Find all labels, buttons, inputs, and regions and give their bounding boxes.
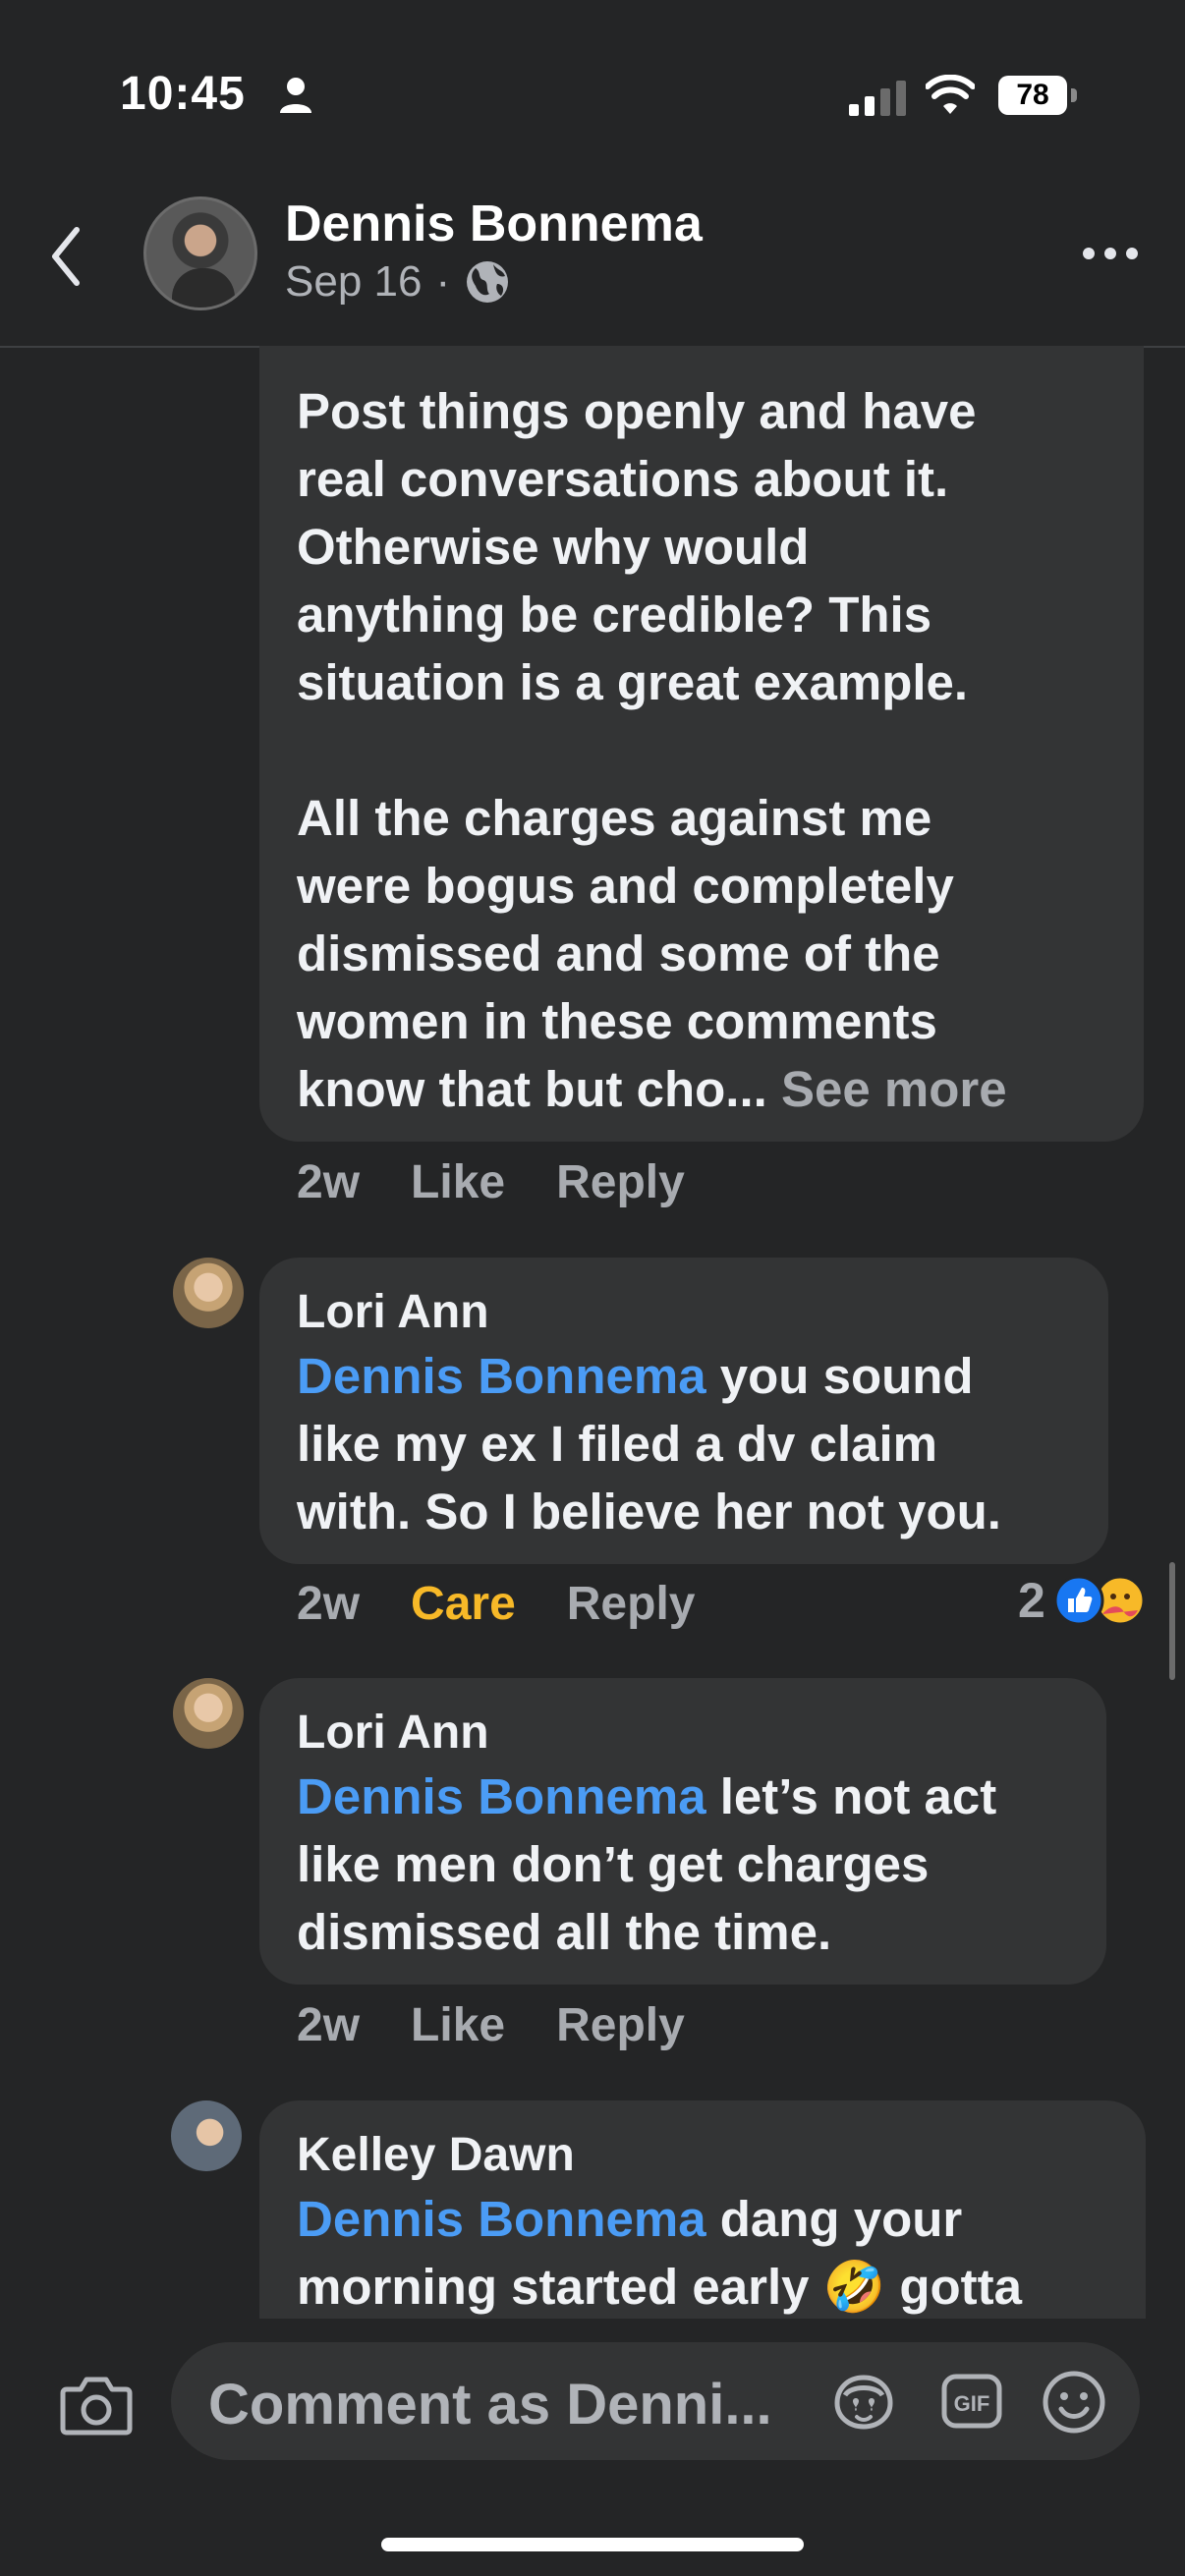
comment-bubble[interactable]: Kelley Dawn Dennis Bonnema dang your mor… xyxy=(259,2100,1146,2356)
comment-input[interactable]: Comment as Denni... GIF xyxy=(171,2342,1140,2460)
like-reaction-icon xyxy=(1053,1575,1104,1626)
wifi-icon xyxy=(926,75,975,114)
author-name[interactable]: Dennis Bonnema xyxy=(285,195,703,253)
comment-text-line: Post things openly and have xyxy=(297,383,977,439)
comment-text-line: Otherwise why would xyxy=(297,519,810,575)
commenter-name[interactable]: Kelley Dawn xyxy=(297,2126,1022,2185)
comment-bubble[interactable]: Lori Ann Dennis Bonnema let’s not act li… xyxy=(259,1678,1106,1985)
comment-actions: 2w Like Reply xyxy=(297,1998,736,2052)
comment-text-line: dismissed and some of the xyxy=(297,925,940,981)
commenter-avatar[interactable] xyxy=(171,2100,242,2171)
author-avatar[interactable] xyxy=(143,196,257,310)
person-icon xyxy=(280,78,311,113)
emoji-icon[interactable] xyxy=(1042,2370,1106,2435)
status-bar: 10:45 78 xyxy=(0,0,1185,177)
comment-text-line: anything be credible? This xyxy=(297,587,932,643)
mention-link[interactable]: Dennis Bonnema xyxy=(297,2191,706,2247)
commenter-name[interactable]: Lori Ann xyxy=(297,1704,996,1763)
comment-text-line: All the charges against me xyxy=(297,790,932,846)
meta-separator: · xyxy=(435,257,451,306)
comment-text-line: let’s not act xyxy=(705,1768,997,1824)
comment-text-line: women in these comments xyxy=(297,993,937,1049)
back-icon[interactable] xyxy=(43,222,92,291)
gif-icon[interactable]: GIF xyxy=(941,2374,1002,2429)
comment-actions: 2w Care Reply xyxy=(297,1577,746,1631)
comment-text-line: dang your xyxy=(705,2191,963,2247)
comment-text-line: like my ex I filed a dv claim xyxy=(297,1416,937,1472)
like-button[interactable]: Like xyxy=(411,1998,505,2052)
globe-icon xyxy=(467,261,509,303)
battery-icon: 78 xyxy=(998,76,1079,117)
reply-button[interactable]: Reply xyxy=(567,1577,696,1631)
comment-text-line: with. So I believe her not you. xyxy=(297,1484,1001,1540)
mention-link[interactable]: Dennis Bonnema xyxy=(297,1348,706,1404)
avatar-sticker-icon[interactable] xyxy=(831,2372,896,2433)
status-time: 10:45 xyxy=(120,68,246,120)
comment-text-line: dismissed all the time. xyxy=(297,1904,832,1960)
see-more-link[interactable]: See more xyxy=(781,1061,1007,1117)
comment-input-placeholder: Comment as Denni... xyxy=(208,2373,772,2436)
post-header: Dennis Bonnema Sep 16 · xyxy=(0,177,1185,348)
reaction-count: 2 xyxy=(1018,1573,1045,1628)
comment-text-line: like men don’t get charges xyxy=(297,1836,930,1892)
comment-text-line: morning started early 🤣 gotta xyxy=(297,2259,1022,2315)
mention-link[interactable]: Dennis Bonnema xyxy=(297,1768,706,1824)
cellular-signal-icon xyxy=(849,81,906,116)
comment-time: 2w xyxy=(297,1999,361,2051)
commenter-avatar[interactable] xyxy=(173,1678,244,1749)
comment-text-line: were bogus and completely xyxy=(297,858,954,914)
comment-actions: 2w Like Reply xyxy=(297,1155,736,1209)
comment-text-line: real conversations about it. xyxy=(297,451,949,507)
camera-icon[interactable] xyxy=(59,2374,134,2436)
commenter-avatar[interactable] xyxy=(173,1258,244,1328)
reply-button[interactable]: Reply xyxy=(556,1155,685,1209)
scrollbar[interactable] xyxy=(1169,1562,1175,1680)
care-button[interactable]: Care xyxy=(411,1577,516,1631)
post-meta: Sep 16 · xyxy=(285,257,511,307)
comment-time: 2w xyxy=(297,1578,361,1630)
commenter-name[interactable]: Lori Ann xyxy=(297,1283,1001,1342)
post-date[interactable]: Sep 16 xyxy=(285,257,422,307)
reaction-summary[interactable]: 2 xyxy=(1018,1572,1146,1629)
battery-level: 78 xyxy=(998,76,1067,115)
svg-text:GIF: GIF xyxy=(954,2391,990,2416)
comment-text-line: you sound xyxy=(705,1348,974,1404)
comment-bubble[interactable]: Post things openly and have real convers… xyxy=(259,346,1144,1142)
like-button[interactable]: Like xyxy=(411,1155,505,1209)
comment-text-line: situation is a great example. xyxy=(297,654,969,710)
comment-time: 2w xyxy=(297,1156,361,1208)
comment-bubble[interactable]: Lori Ann Dennis Bonnema you sound like m… xyxy=(259,1258,1108,1564)
comment-text-line: know that but cho... xyxy=(297,1061,767,1117)
reply-button[interactable]: Reply xyxy=(556,1998,685,2052)
more-options-icon[interactable] xyxy=(1081,242,1140,265)
home-indicator[interactable] xyxy=(381,2538,804,2551)
